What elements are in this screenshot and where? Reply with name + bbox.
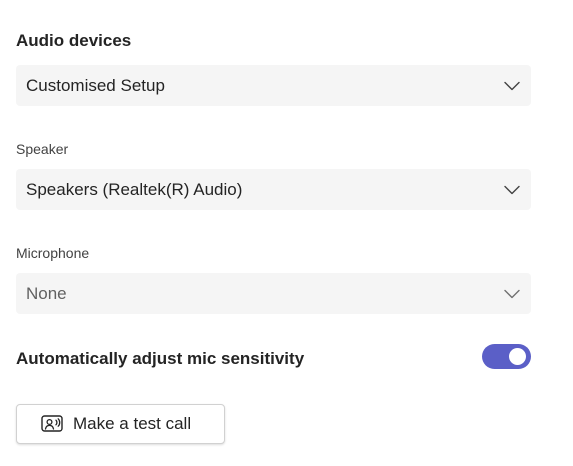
microphone-dropdown[interactable]: None xyxy=(16,273,531,314)
audio-devices-title: Audio devices xyxy=(16,31,132,50)
speaker-label: Speaker xyxy=(16,141,69,157)
microphone-label: Microphone xyxy=(16,245,90,261)
speaker-value: Speakers (Realtek(R) Audio) xyxy=(26,179,243,199)
mic-sensitivity-toggle[interactable] xyxy=(482,344,531,369)
mic-sensitivity-label: Automatically adjust mic sensitivity xyxy=(16,349,305,368)
test-call-icon xyxy=(41,414,63,434)
make-test-call-label: Make a test call xyxy=(73,414,192,433)
chevron-down-icon xyxy=(503,77,521,95)
audio-setup-value: Customised Setup xyxy=(26,75,165,95)
make-test-call-button[interactable]: Make a test call xyxy=(16,404,225,444)
speaker-dropdown[interactable]: Speakers (Realtek(R) Audio) xyxy=(16,169,531,210)
microphone-value: None xyxy=(26,283,67,303)
chevron-down-icon xyxy=(503,181,521,199)
audio-setup-dropdown[interactable]: Customised Setup xyxy=(16,65,531,106)
toggle-knob xyxy=(509,348,526,365)
chevron-down-icon xyxy=(503,285,521,303)
